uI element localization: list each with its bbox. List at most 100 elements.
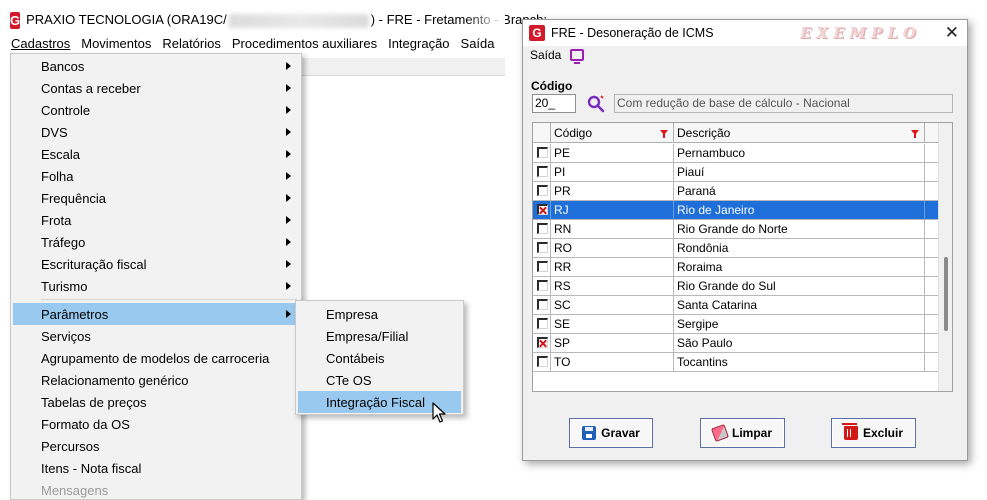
saida-label[interactable]: Saída xyxy=(530,48,561,62)
row-checkbox[interactable] xyxy=(537,204,548,215)
row-descricao-cell: Paraná xyxy=(674,182,925,201)
dropdown-item-folha[interactable]: Folha xyxy=(13,165,299,187)
row-checkbox[interactable] xyxy=(537,185,548,196)
dropdown-item-mensagens[interactable]: Mensagens xyxy=(13,479,299,499)
dropdown-item-label: Tabelas de preços xyxy=(41,394,147,410)
gravar-button[interactable]: Gravar xyxy=(569,418,653,448)
row-checkbox[interactable] xyxy=(537,223,548,234)
monitor-icon[interactable] xyxy=(570,49,585,64)
submenu-arrow-icon xyxy=(286,238,291,246)
menu-procedimentos-auxiliares[interactable]: Procedimentos auxiliares xyxy=(232,36,377,51)
dropdown-item-label: Escrituração fiscal xyxy=(41,256,147,272)
submenu-item-cte-os[interactable]: CTe OS xyxy=(298,369,461,391)
table-row[interactable]: PR Paraná xyxy=(533,182,938,201)
table-row[interactable]: TO Tocantins xyxy=(533,353,938,372)
menu-cadastros[interactable]: Cadastros xyxy=(11,36,70,51)
dialog-title-bar: G FRE - Desoneração de ICMS EXEMPLO ✕ xyxy=(523,20,967,46)
exemplo-watermark: EXEMPLO xyxy=(800,24,922,42)
grid-header: Código Descrição xyxy=(533,123,938,143)
menu-relatorios[interactable]: Relatórios xyxy=(162,36,221,51)
dropdown-item-label: Frequência xyxy=(41,190,107,206)
dropdown-item-contas-a-receber[interactable]: Contas a receber xyxy=(13,77,299,99)
submenu-arrow-icon xyxy=(286,106,291,114)
row-checkbox[interactable] xyxy=(537,337,548,348)
search-icon[interactable] xyxy=(587,95,605,113)
menu-integracao[interactable]: Integração xyxy=(388,36,449,51)
table-row[interactable]: SP São Paulo xyxy=(533,334,938,353)
dropdown-item-relacionamento-generico[interactable]: Relacionamento genérico xyxy=(13,369,299,391)
limpar-button[interactable]: Limpar xyxy=(700,418,785,448)
table-row[interactable]: SE Sergipe xyxy=(533,315,938,334)
dropdown-item-label: Parâmetros xyxy=(41,306,109,322)
submenu-arrow-icon xyxy=(286,84,291,92)
parametros-submenu: Empresa Empresa/Filial Contábeis CTe OS … xyxy=(295,300,464,415)
dropdown-item-controle[interactable]: Controle xyxy=(13,99,299,121)
row-descricao-cell: Piauí xyxy=(674,163,925,182)
row-checkbox[interactable] xyxy=(537,280,548,291)
menu-saida[interactable]: Saída xyxy=(461,36,495,51)
dropdown-item-label: Tráfego xyxy=(41,234,86,250)
table-row[interactable]: RO Rondônia xyxy=(533,239,938,258)
row-descricao-cell: Rondônia xyxy=(674,239,925,258)
close-icon[interactable]: ✕ xyxy=(945,23,959,43)
scrollbar-thumb[interactable] xyxy=(944,257,948,331)
cadastros-dropdown: Bancos Contas a receber Controle DVS Esc… xyxy=(10,53,302,500)
row-checkbox[interactable] xyxy=(537,318,548,329)
submenu-arrow-icon xyxy=(286,260,291,268)
row-codigo-cell: PI xyxy=(551,163,674,182)
dropdown-item-bancos[interactable]: Bancos xyxy=(13,55,299,77)
dropdown-item-tabelas-de-precos[interactable]: Tabelas de preços xyxy=(13,391,299,413)
dropdown-item-escala[interactable]: Escala xyxy=(13,143,299,165)
row-checkbox[interactable] xyxy=(537,261,548,272)
submenu-item-empresa[interactable]: Empresa xyxy=(298,303,461,325)
dropdown-item-parametros[interactable]: Parâmetros xyxy=(13,303,299,325)
filter-funnel-icon[interactable] xyxy=(660,130,668,138)
row-codigo-cell: SE xyxy=(551,315,674,334)
dropdown-item-percursos[interactable]: Percursos xyxy=(13,435,299,457)
dropdown-item-servicos[interactable]: Serviços xyxy=(13,325,299,347)
dropdown-item-turismo[interactable]: Turismo xyxy=(13,275,299,297)
row-checkbox[interactable] xyxy=(537,166,548,177)
table-row[interactable]: PE Pernambuco xyxy=(533,144,938,163)
dropdown-item-itens-nota-fiscal[interactable]: Itens - Nota fiscal xyxy=(13,457,299,479)
submenu-arrow-icon xyxy=(286,310,291,318)
title-fade xyxy=(465,8,505,32)
codigo-input[interactable]: 20_ xyxy=(532,94,576,113)
dropdown-item-agrupamento-modelos-carroceria[interactable]: Agrupamento de modelos de carroceria xyxy=(13,347,299,369)
excluir-button[interactable]: Excluir xyxy=(831,418,916,448)
main-title-prefix: PRAXIO TECNOLOGIA (ORA19C/ xyxy=(26,12,227,28)
grid-header-check-col xyxy=(533,123,551,143)
row-codigo-cell: RR xyxy=(551,258,674,277)
dropdown-item-frota[interactable]: Frota xyxy=(13,209,299,231)
table-row[interactable]: RR Roraima xyxy=(533,258,938,277)
menu-movimentos[interactable]: Movimentos xyxy=(81,36,151,51)
dropdown-item-formato-da-os[interactable]: Formato da OS xyxy=(13,413,299,435)
dropdown-item-dvs[interactable]: DVS xyxy=(13,121,299,143)
submenu-item-empresa-filial[interactable]: Empresa/Filial xyxy=(298,325,461,347)
dropdown-item-label: Formato da OS xyxy=(41,416,130,432)
row-check-cell xyxy=(533,258,551,277)
table-row[interactable]: RN Rio Grande do Norte xyxy=(533,220,938,239)
table-row[interactable]: SC Santa Catarina xyxy=(533,296,938,315)
filter-funnel-icon[interactable] xyxy=(911,130,919,138)
row-checkbox[interactable] xyxy=(537,299,548,310)
table-row[interactable]: PI Piauí xyxy=(533,163,938,182)
limpar-button-label: Limpar xyxy=(731,426,772,440)
row-checkbox[interactable] xyxy=(537,356,548,367)
row-check-cell xyxy=(533,182,551,201)
grid-vertical-scrollbar[interactable] xyxy=(938,123,952,391)
dropdown-item-frequencia[interactable]: Frequência xyxy=(13,187,299,209)
table-row[interactable]: RS Rio Grande do Sul xyxy=(533,277,938,296)
row-checkbox[interactable] xyxy=(537,242,548,253)
grid-header-codigo[interactable]: Código xyxy=(551,123,674,143)
descricao-field: Com redução de base de cálculo - Naciona… xyxy=(614,94,953,113)
table-row[interactable]: RJ Rio de Janeiro xyxy=(533,201,938,220)
dropdown-item-escrituracao-fiscal[interactable]: Escrituração fiscal xyxy=(13,253,299,275)
desoneracao-icms-dialog: G FRE - Desoneração de ICMS EXEMPLO ✕ Sa… xyxy=(522,19,968,461)
submenu-item-contabeis[interactable]: Contábeis xyxy=(298,347,461,369)
menubar: Cadastros Movimentos Relatórios Procedim… xyxy=(0,33,505,53)
row-checkbox[interactable] xyxy=(537,147,548,158)
dropdown-item-trafego[interactable]: Tráfego xyxy=(13,231,299,253)
dropdown-item-label: Frota xyxy=(41,212,72,228)
grid-header-descricao[interactable]: Descrição xyxy=(674,123,925,143)
